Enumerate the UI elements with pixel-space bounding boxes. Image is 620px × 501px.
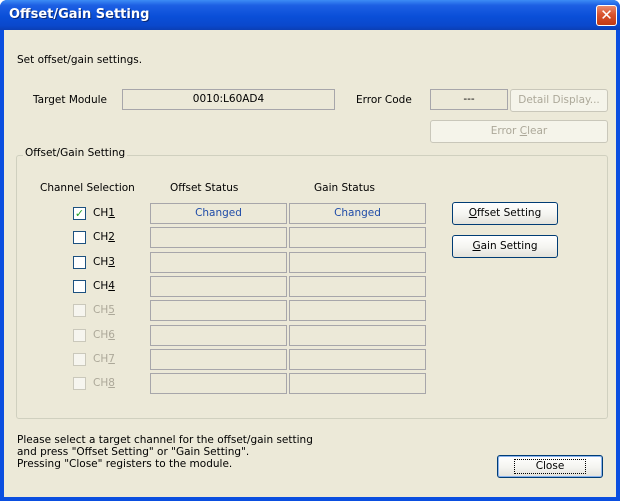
channel-label-number: 6 xyxy=(108,329,115,341)
gain-status-cell xyxy=(289,325,426,346)
offset-status-cell xyxy=(150,349,287,370)
offset-status-cell xyxy=(150,252,287,273)
channel-label-prefix: CH xyxy=(93,256,109,268)
gain-status-cell xyxy=(289,276,426,297)
offset-setting-label: ffset Setting xyxy=(477,207,542,219)
channel-label-number: 5 xyxy=(108,304,115,316)
channel-label[interactable]: CH6 xyxy=(93,329,115,341)
channel-label-prefix: CH xyxy=(93,329,109,341)
channel-checkbox[interactable] xyxy=(73,353,86,366)
gain-setting-button[interactable]: Gain Setting xyxy=(452,235,558,258)
offset-setting-button[interactable]: Offset Setting xyxy=(452,202,558,225)
channel-label-number: 4 xyxy=(108,280,115,292)
channel-label[interactable]: CH5 xyxy=(93,304,115,316)
error-clear-button[interactable]: Error Clear xyxy=(430,120,608,143)
channel-label-number: 8 xyxy=(108,377,115,389)
channel-selection-header: Channel Selection xyxy=(40,182,135,194)
channel-label[interactable]: CH7 xyxy=(93,353,115,365)
channel-label[interactable]: CH1 xyxy=(93,207,115,219)
offset-status-cell: Changed xyxy=(150,203,287,224)
channel-label-number: 2 xyxy=(108,231,115,243)
group-title: Offset/Gain Setting xyxy=(23,147,128,159)
close-button[interactable]: Close xyxy=(497,455,603,478)
footer-line-3: Pressing "Close" registers to the module… xyxy=(17,458,233,470)
instruction-text: Set offset/gain settings. xyxy=(17,54,143,66)
gain-status-cell xyxy=(289,300,426,321)
channel-label-number: 1 xyxy=(108,207,115,219)
channel-label-prefix: CH xyxy=(93,377,109,389)
close-window-icon[interactable]: ✕ xyxy=(596,5,617,26)
channel-checkbox[interactable] xyxy=(73,377,86,390)
title-bar[interactable]: Offset/Gain Setting ✕ xyxy=(0,0,620,30)
gain-status-header: Gain Status xyxy=(314,182,375,194)
target-module-label: Target Module xyxy=(33,94,108,106)
channel-checkbox[interactable] xyxy=(73,280,86,293)
close-button-label: Close xyxy=(513,459,587,474)
gain-status-cell xyxy=(289,252,426,273)
channel-label[interactable]: CH4 xyxy=(93,280,115,292)
channel-checkbox[interactable]: ✓ xyxy=(73,207,86,220)
offset-status-cell xyxy=(150,325,287,346)
offset-status-cell xyxy=(150,227,287,248)
offset-status-cell xyxy=(150,276,287,297)
channel-label-number: 7 xyxy=(108,353,115,365)
channel-label[interactable]: CH3 xyxy=(93,256,115,268)
channel-label-prefix: CH xyxy=(93,231,109,243)
window-title: Offset/Gain Setting xyxy=(9,7,150,22)
gain-status-cell xyxy=(289,349,426,370)
channel-label-number: 3 xyxy=(108,256,115,268)
channel-label-prefix: CH xyxy=(93,304,109,316)
gain-status-cell xyxy=(289,227,426,248)
error-clear-mnemonic: C xyxy=(519,125,528,137)
error-code-field: --- xyxy=(430,89,508,110)
channel-label[interactable]: CH8 xyxy=(93,377,115,389)
gain-status-cell xyxy=(289,373,426,394)
offset-status-header: Offset Status xyxy=(170,182,239,194)
gain-status-cell: Changed xyxy=(289,203,426,224)
gain-setting-mnemonic: G xyxy=(472,240,481,252)
channel-checkbox[interactable] xyxy=(73,256,86,269)
offset-setting-mnemonic: O xyxy=(468,207,478,219)
target-module-field: 0010:L60AD4 xyxy=(122,89,335,110)
gain-setting-label: ain Setting xyxy=(480,240,538,252)
channel-label[interactable]: CH2 xyxy=(93,231,115,243)
error-code-label: Error Code xyxy=(356,94,412,106)
channel-checkbox[interactable] xyxy=(73,329,86,342)
footer-instructions: Please select a target channel for the o… xyxy=(17,434,313,470)
footer-line-1: Please select a target channel for the o… xyxy=(17,434,313,446)
channel-label-prefix: CH xyxy=(93,353,109,365)
dialog-body: Set offset/gain settings. Target Module … xyxy=(4,30,616,497)
channel-label-prefix: CH xyxy=(93,207,109,219)
error-clear-label-part: Error xyxy=(490,125,520,137)
footer-line-2: and press "Offset Setting" or "Gain Sett… xyxy=(17,446,250,458)
offset-status-cell xyxy=(150,300,287,321)
error-clear-label-rest: lear xyxy=(527,125,548,137)
channel-checkbox[interactable] xyxy=(73,304,86,317)
channel-label-prefix: CH xyxy=(93,280,109,292)
offset-status-cell xyxy=(150,373,287,394)
dialog-window: Offset/Gain Setting ✕ Set offset/gain se… xyxy=(0,0,620,501)
channel-checkbox[interactable] xyxy=(73,231,86,244)
detail-display-button[interactable]: Detail Display... xyxy=(510,89,608,112)
